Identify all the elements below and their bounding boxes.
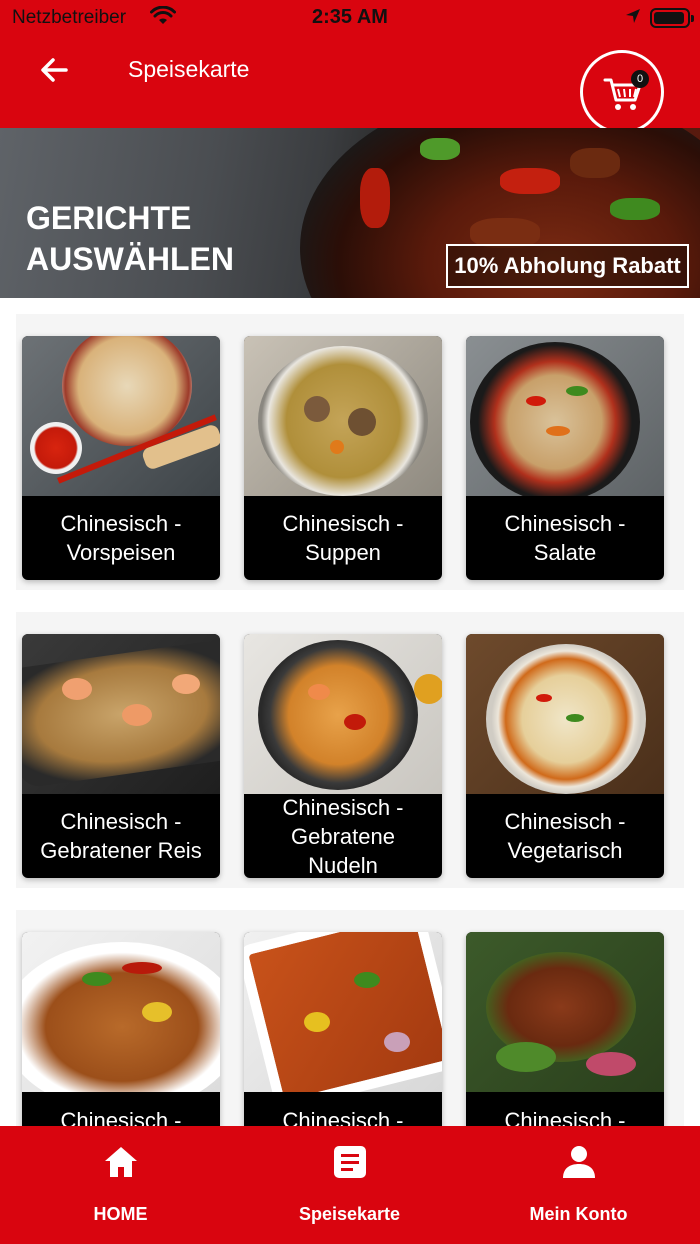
category-label: Chinesisch - Suppen xyxy=(282,511,404,565)
category-grid: Chinesisch - Vorspeisen Chinesisch - Sup… xyxy=(16,314,684,1126)
tab-label: Speisekarte xyxy=(298,1204,401,1224)
tab-mein-konto[interactable]: Mein Konto xyxy=(462,1126,695,1244)
cart-button[interactable]: 0 xyxy=(580,50,664,134)
discount-badge: 10% Abholung Rabatt xyxy=(446,244,689,288)
category-label: Chinesisch - Vorspeisen xyxy=(60,511,182,565)
dish-photo xyxy=(466,336,664,496)
arrow-left-icon xyxy=(41,58,68,82)
category-label: Chinesisch - Salate xyxy=(504,511,626,565)
dish-photo xyxy=(244,336,442,496)
category-card-gebratene-nudeln[interactable]: Chinesisch - Gebratene Nudeln xyxy=(244,634,442,878)
status-bar: Netzbetreiber 2:35 AM xyxy=(0,0,700,36)
banner-title: GERICHTE AUSWÄHLEN xyxy=(26,200,234,277)
dish-photo xyxy=(244,932,442,1092)
dish-photo xyxy=(22,932,220,1092)
page-title: Speisekarte xyxy=(128,56,250,82)
bottom-navigation: HOME Speisekarte Mein Konto xyxy=(0,1126,700,1244)
category-label: Chinesisch - Gebratener Reis xyxy=(40,809,202,863)
category-row: Chinesisch - Vorspeisen Chinesisch - Sup… xyxy=(16,314,684,590)
category-card-suppen[interactable]: Chinesisch - Suppen xyxy=(244,336,442,580)
app-header: Netzbetreiber 2:35 AM Speisekarte 0 xyxy=(0,0,700,134)
category-row: Chinesisch - Chinesisch - Chinesisch - xyxy=(16,910,684,1126)
category-label: Chinesisch - Gebratene Nudeln xyxy=(282,794,404,878)
home-icon xyxy=(105,1147,137,1177)
tab-label: Mein Konto xyxy=(529,1204,628,1224)
banner-pepper-2 xyxy=(360,168,390,228)
cart-count-badge: 0 xyxy=(631,70,649,88)
user-icon xyxy=(563,1146,595,1178)
clock: 2:35 AM xyxy=(312,6,388,28)
category-card-7[interactable]: Chinesisch - xyxy=(22,932,220,1126)
category-label: Chinesisch - xyxy=(60,1108,182,1126)
category-card-vegetarisch[interactable]: Chinesisch - Vegetarisch xyxy=(466,634,664,878)
battery-icon xyxy=(650,8,694,28)
category-label: Chinesisch - xyxy=(504,1108,626,1126)
menu-document-icon xyxy=(334,1146,366,1178)
category-label: Chinesisch - xyxy=(282,1108,404,1126)
category-label: Chinesisch - Vegetarisch xyxy=(504,809,626,863)
banner-garnish xyxy=(420,138,460,160)
banner-beef xyxy=(570,148,620,178)
category-card-gebratener-reis[interactable]: Chinesisch - Gebratener Reis xyxy=(22,634,220,878)
dish-photo xyxy=(22,634,220,794)
tab-home[interactable]: HOME xyxy=(4,1126,237,1244)
dish-photo xyxy=(466,634,664,794)
tab-label: HOME xyxy=(93,1204,148,1224)
dish-photo xyxy=(466,932,664,1092)
category-card-8[interactable]: Chinesisch - xyxy=(244,932,442,1126)
tab-speisekarte[interactable]: Speisekarte xyxy=(233,1126,466,1244)
category-card-vorspeisen[interactable]: Chinesisch - Vorspeisen xyxy=(22,336,220,580)
back-button[interactable] xyxy=(36,52,72,88)
banner-onion xyxy=(610,198,660,220)
dish-photo xyxy=(244,634,442,794)
category-row: Chinesisch - Gebratener Reis Chinesisch … xyxy=(16,612,684,888)
dish-photo xyxy=(22,336,220,496)
location-arrow-icon xyxy=(624,7,642,30)
banner-pepper xyxy=(500,168,560,194)
category-card-salate[interactable]: Chinesisch - Salate xyxy=(466,336,664,580)
category-card-9[interactable]: Chinesisch - xyxy=(466,932,664,1126)
